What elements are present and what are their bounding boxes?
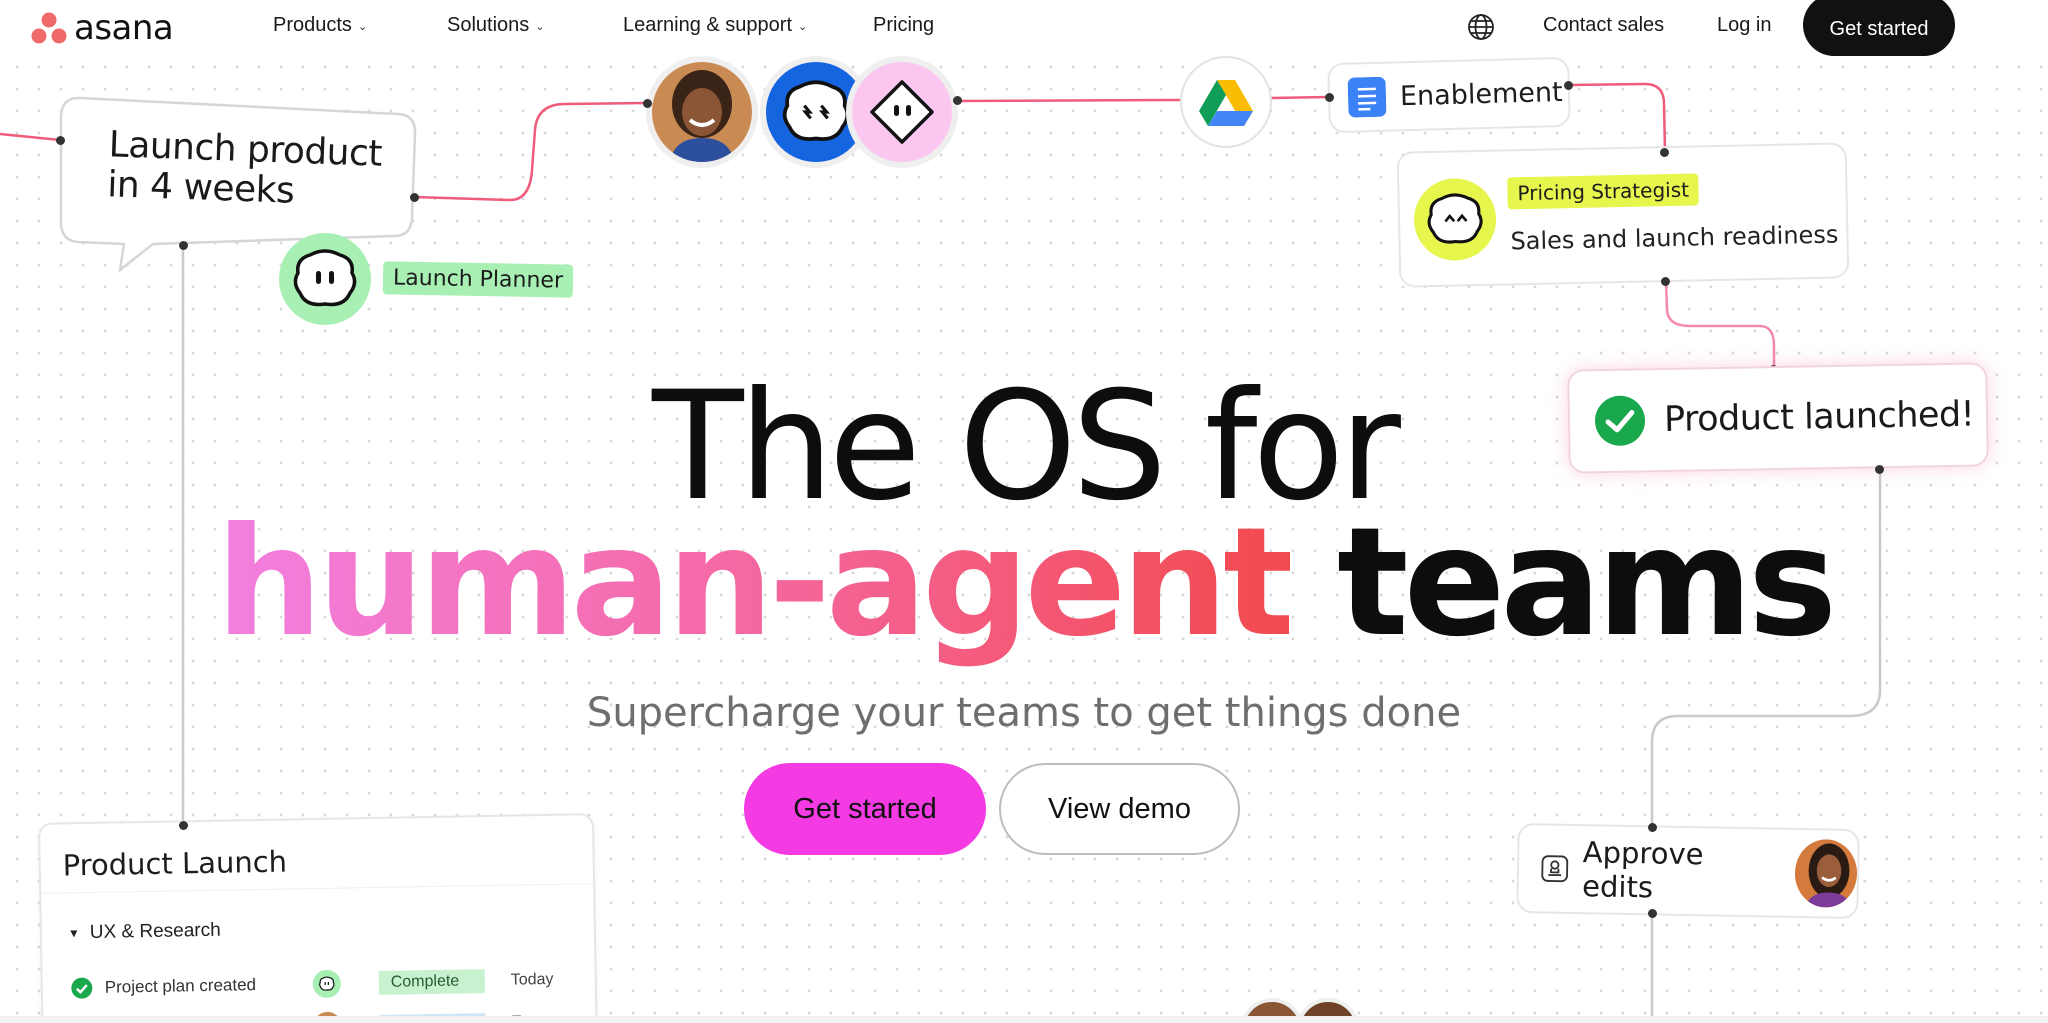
chevron-down-icon: ⌄ xyxy=(798,21,808,33)
divider xyxy=(41,883,594,894)
logo-wordmark: asana xyxy=(74,8,174,48)
connector-node xyxy=(1648,823,1657,832)
project-launch-card: Product Launch ▼ UX & Research Project p… xyxy=(37,813,599,1023)
connector-node xyxy=(179,241,188,250)
get-started-nav-button[interactable]: Get started xyxy=(1803,0,1955,56)
google-drive-icon xyxy=(1199,80,1253,126)
connector-node xyxy=(953,96,962,105)
table-row[interactable]: Project plan created Complete Today xyxy=(71,966,554,1002)
agent-avatar-pink xyxy=(846,56,958,168)
launch-planner-agent-avatar xyxy=(279,233,371,325)
connector-node xyxy=(410,193,419,202)
top-navigation: asana Products ⌄ Solutions ⌄ Learning & … xyxy=(0,0,2048,56)
agent-face-icon xyxy=(319,976,335,991)
hero-title-line2: human-agent teams xyxy=(0,508,2048,658)
log-in-link[interactable]: Log in xyxy=(1717,14,1772,37)
section-ux-research[interactable]: ▼ UX & Research xyxy=(68,920,221,945)
agent-face-icon xyxy=(782,80,850,141)
get-started-button[interactable]: Get started xyxy=(744,763,986,855)
connector-node xyxy=(643,99,652,108)
contact-sales-link[interactable]: Contact sales xyxy=(1543,14,1664,37)
human-avatar-1 xyxy=(646,56,758,168)
enablement-label: Enablement xyxy=(1399,76,1563,112)
approval-icon xyxy=(1541,855,1569,883)
nav-products[interactable]: Products ⌄ xyxy=(273,14,367,37)
person-photo-icon xyxy=(652,62,752,162)
connector-node xyxy=(179,821,188,830)
connector-node xyxy=(1660,148,1669,157)
approve-edits-label: Approve edits xyxy=(1581,835,1704,905)
hero-gradient-text: human-agent xyxy=(215,496,1295,670)
pricing-strategist-badge: Pricing Strategist xyxy=(1507,173,1700,210)
nav-products-label: Products xyxy=(273,14,352,36)
hero-subtitle: Supercharge your teams to get things don… xyxy=(586,690,1462,736)
task-name: Project plan created xyxy=(104,975,257,997)
connector-node xyxy=(1564,81,1573,90)
nav-learning-support[interactable]: Learning & support ⌄ xyxy=(623,14,807,37)
connector-node xyxy=(1325,93,1334,102)
agent-face-icon xyxy=(1427,193,1483,244)
pricing-strategist-agent-avatar xyxy=(1413,177,1497,262)
nav-pricing[interactable]: Pricing xyxy=(873,14,934,37)
launch-planner-label: Launch Planner xyxy=(382,261,574,298)
document-icon xyxy=(1347,76,1387,118)
caret-down-icon: ▼ xyxy=(67,926,80,941)
nav-pricing-label: Pricing xyxy=(873,14,935,36)
asana-logo-icon xyxy=(31,12,67,44)
launch-goal-text: Launch product in 4 weeks xyxy=(107,124,383,214)
pricing-strategist-task: Sales and launch readiness xyxy=(1510,220,1839,256)
nav-learning-support-label: Learning & support xyxy=(623,14,793,36)
nav-solutions-label: Solutions xyxy=(447,14,530,36)
viewport-bottom-edge xyxy=(0,1016,2048,1023)
approver-avatar xyxy=(1794,838,1858,908)
section-label: UX & Research xyxy=(89,919,221,943)
globe-icon[interactable] xyxy=(1466,12,1496,42)
agent-assignee-avatar xyxy=(312,969,342,999)
agent-face-icon xyxy=(293,249,357,307)
asana-logo[interactable]: asana xyxy=(30,8,174,48)
connector-node xyxy=(1661,277,1670,286)
nav-solutions[interactable]: Solutions ⌄ xyxy=(447,14,545,37)
person-photo-icon xyxy=(1794,838,1858,908)
hero-dark-text: teams xyxy=(1336,496,1837,670)
check-circle-icon xyxy=(71,977,93,999)
chevron-down-icon: ⌄ xyxy=(357,21,368,33)
enablement-doc-card: Enablement xyxy=(1327,56,1571,134)
due-date: Today xyxy=(510,970,554,989)
agent-face-icon xyxy=(870,80,934,144)
pricing-strategist-card: Pricing Strategist Sales and launch read… xyxy=(1396,142,1850,288)
connector-node xyxy=(1648,909,1657,918)
approve-edits-card: Approve edits xyxy=(1516,823,1860,919)
status-badge: Complete xyxy=(378,969,485,995)
chevron-down-icon: ⌄ xyxy=(535,21,545,33)
view-demo-button[interactable]: View demo xyxy=(999,763,1240,855)
google-drive-integration xyxy=(1180,56,1272,148)
connector-node xyxy=(56,136,65,145)
project-title: Product Launch xyxy=(62,844,288,883)
